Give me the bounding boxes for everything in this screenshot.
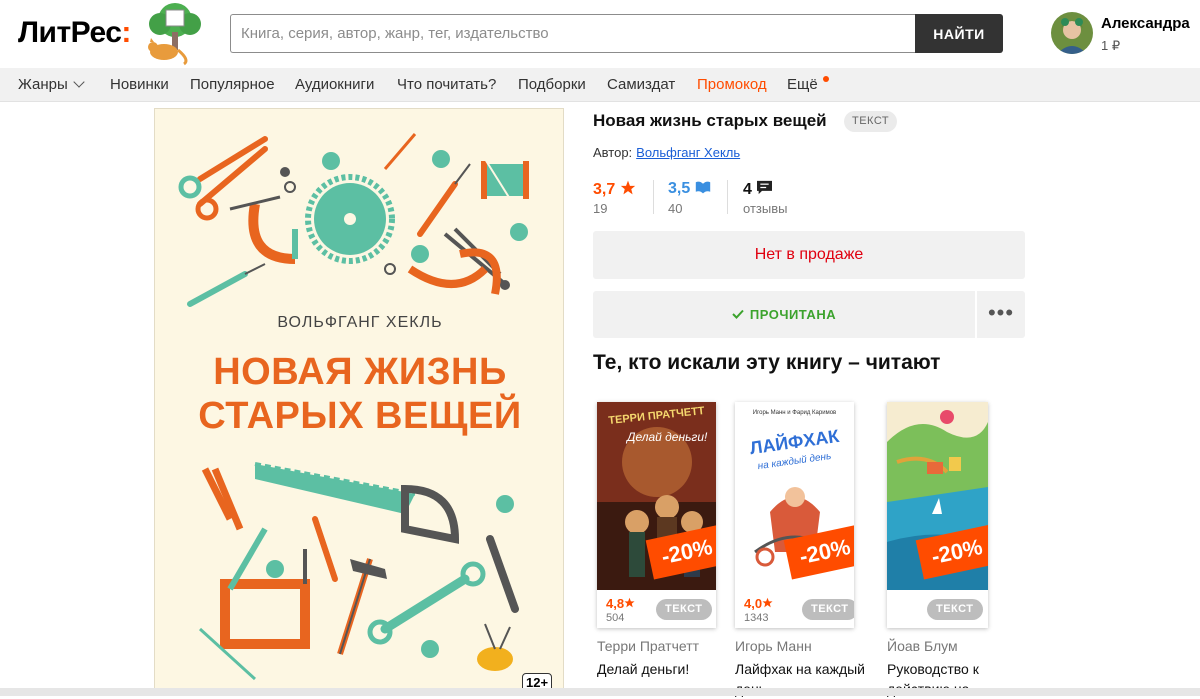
litres-rating[interactable]: 3,7 — [593, 180, 636, 199]
livelib-rating[interactable]: 3,5 — [668, 180, 711, 198]
nav-samizdat[interactable]: Самиздат — [607, 76, 675, 93]
mark-read-button[interactable]: ПРОЧИТАНА — [593, 291, 975, 338]
search-input[interactable] — [230, 14, 915, 53]
nav-more[interactable]: Ещё — [787, 76, 818, 93]
star-icon — [624, 597, 635, 608]
card-type-badge: ТЕКСТ — [927, 599, 983, 620]
card-type-badge: ТЕКСТ — [656, 599, 712, 620]
user-balance: 1 ₽ — [1101, 38, 1121, 53]
nav-promocode[interactable]: Промокод — [697, 76, 767, 93]
search-button[interactable]: НАЙТИ — [915, 14, 1003, 53]
wrench-icon — [367, 561, 486, 645]
book-type-badge: ТЕКСТ — [844, 111, 898, 132]
litres-rating-count: 19 — [593, 201, 608, 216]
star-icon — [762, 597, 773, 608]
nav-audiobooks[interactable]: Аудиокниги — [295, 76, 374, 93]
hand-saw-icon — [254, 462, 460, 544]
pliers-icon — [407, 227, 507, 295]
cover-title-line1: НОВАЯ ЖИЗНЬ — [213, 351, 507, 393]
reviews-label: отзывы — [743, 201, 788, 216]
clamp-icon — [229, 195, 298, 264]
book-card-cover: ТЕРРИ ПРАТЧЕТТ Делай деньги! -20% — [597, 402, 716, 590]
book-card[interactable]: -20% ТЕКСТ — [887, 402, 988, 628]
logo-wordmark: ЛитРес — [18, 16, 122, 49]
book-title: Новая жизнь старых вещей — [593, 111, 827, 130]
card-cover-authors: Игорь Манн и Фарид Каримов — [752, 410, 837, 416]
litres-logo[interactable]: ЛитРес: — [18, 16, 131, 50]
book-card-cover: -20% — [887, 402, 988, 590]
cover-title-line2: СТАРЫХ ВЕЩЕЙ — [198, 395, 522, 437]
tree-cat-logo-icon[interactable] — [140, 2, 210, 66]
livelib-book-icon — [695, 181, 710, 194]
book-card[interactable]: Игорь Манн и Фарид Каримов ЛАЙФХАК на ка… — [735, 402, 854, 628]
book-card[interactable]: ТЕРРИ ПРАТЧЕТТ Делай деньги! -20% 4,8 50… — [597, 402, 716, 628]
card-rating: 4,0 — [744, 596, 773, 611]
author-link[interactable]: Вольфганг Хекль — [636, 145, 740, 160]
user-name[interactable]: Александра — [1101, 15, 1190, 32]
card-rating-count: 504 — [606, 612, 625, 624]
livelib-rating-value: 3,5 — [668, 180, 691, 197]
saw-blade-icon — [305, 174, 395, 264]
more-options-button[interactable]: ••• — [977, 291, 1025, 338]
nav-what-to-read[interactable]: Что почитать? — [397, 76, 496, 93]
book-card-cover: Игорь Манн и Фарид Каримов ЛАЙФХАК на ка… — [735, 402, 854, 590]
author-line: Автор: Вольфганг Хекль — [593, 145, 740, 160]
rating-divider — [653, 180, 654, 214]
nav-genres[interactable]: Жанры — [18, 76, 85, 93]
book-cover[interactable]: ВОЛЬФГАНГ ХЕКЛЬ НОВАЯ ЖИЗНЬ СТАРЫХ ВЕЩЕЙ… — [154, 108, 564, 696]
reviews-count[interactable]: 4 — [743, 180, 773, 199]
nav-new[interactable]: Новинки — [110, 76, 169, 93]
card-title[interactable]: Делай деньги! — [597, 659, 727, 679]
nav-genres-label: Жанры — [18, 76, 68, 93]
checkmark-icon — [732, 309, 744, 319]
logo-colon: : — [121, 16, 131, 49]
card-author[interactable]: Терри Пратчетт — [597, 638, 699, 654]
card-author[interactable]: Игорь Манн — [735, 638, 812, 654]
card-rating-value: 4,8 — [606, 596, 625, 611]
chevron-down-icon — [73, 76, 85, 88]
card-rating: 4,8 — [606, 596, 635, 611]
rating-divider — [727, 180, 728, 214]
notification-dot — [823, 76, 829, 82]
hacksaw-icon — [220, 527, 310, 649]
card-rating-value: 4,0 — [744, 596, 763, 611]
main-nav: Жанры Новинки Популярное Аудиокниги Что … — [0, 68, 1200, 102]
card-type-badge: ТЕКСТ — [802, 599, 854, 620]
site-header: ЛитРес: НАЙТИ Александра 1 ₽ — [0, 0, 1200, 68]
recommendations-heading: Те, кто искали эту книгу – читают — [593, 351, 941, 374]
reviews-count-value: 4 — [743, 181, 752, 198]
card-rating-count: 1343 — [744, 612, 769, 624]
user-avatar[interactable] — [1051, 12, 1093, 54]
not-for-sale-button[interactable]: Нет в продаже — [593, 231, 1025, 279]
nav-popular[interactable]: Популярное — [190, 76, 275, 93]
card-author[interactable]: Йоав Блум — [887, 638, 958, 654]
comment-icon — [757, 180, 773, 195]
litres-rating-value: 3,7 — [593, 181, 616, 198]
star-icon — [620, 180, 635, 195]
livelib-rating-count: 40 — [668, 201, 683, 216]
card-cover-subtitle: Делай деньги! — [627, 430, 708, 444]
read-label: ПРОЧИТАНА — [749, 307, 837, 322]
nav-collections[interactable]: Подборки — [518, 76, 586, 93]
avatar-image — [1051, 12, 1093, 54]
cover-author: ВОЛЬФГАНГ ХЕКЛЬ — [277, 314, 443, 331]
horizontal-scrollbar[interactable] — [0, 688, 1200, 696]
author-label: Автор: — [593, 145, 633, 160]
